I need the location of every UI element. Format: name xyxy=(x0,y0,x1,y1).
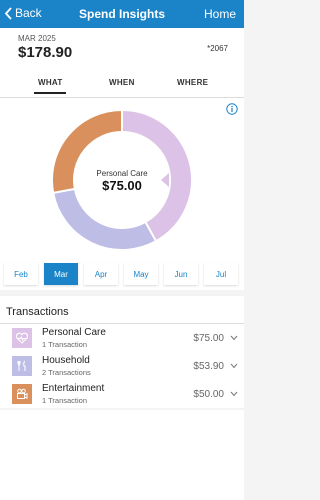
card-number: *2067 xyxy=(207,44,228,53)
film-camera-icon xyxy=(12,384,32,404)
transaction-amount: $50.00 xyxy=(193,389,224,400)
month-selector: Feb Mar Apr May Jun Jul xyxy=(0,260,244,290)
list-item[interactable]: Personal Care 1 Transaction $75.00 xyxy=(0,324,244,352)
month-mar[interactable]: Mar xyxy=(44,263,78,285)
month-apr[interactable]: Apr xyxy=(84,263,118,285)
transaction-category: Personal Care xyxy=(42,327,106,338)
info-icon[interactable] xyxy=(226,103,238,115)
navbar: Back Spend Insights Home xyxy=(0,0,244,28)
view-tabs: WHAT WHEN WHERE xyxy=(0,74,244,96)
month-may[interactable]: May xyxy=(124,263,158,285)
chevron-down-icon[interactable] xyxy=(230,391,238,397)
active-tab-indicator xyxy=(34,92,66,94)
transaction-count: 1 Transaction xyxy=(42,396,88,405)
transaction-count: 2 Transactions xyxy=(42,368,91,377)
tab-where[interactable]: WHERE xyxy=(177,78,208,87)
transactions-header: Transactions xyxy=(0,296,244,324)
fork-knife-icon xyxy=(12,356,32,376)
list-item[interactable]: Entertainment 1 Transaction $50.00 xyxy=(0,380,244,408)
chart-area: Personal Care $75.00 xyxy=(0,98,244,260)
chevron-down-icon[interactable] xyxy=(230,335,238,341)
empty-area xyxy=(0,410,244,500)
transaction-count: 1 Transaction xyxy=(42,340,88,349)
chart-center-label: Personal Care xyxy=(96,169,148,178)
list-item[interactable]: Household 2 Transactions $53.90 xyxy=(0,352,244,380)
donut-slice-household[interactable] xyxy=(52,187,158,251)
chevron-down-icon[interactable] xyxy=(230,363,238,369)
transaction-amount: $53.90 xyxy=(193,361,224,372)
transaction-category: Household xyxy=(42,355,90,366)
month-jul[interactable]: Jul xyxy=(204,263,238,285)
transaction-amount: $75.00 xyxy=(193,333,224,344)
heart-pulse-icon xyxy=(12,328,32,348)
tab-when[interactable]: WHEN xyxy=(109,78,135,87)
transaction-category: Entertainment xyxy=(42,383,105,394)
month-jun[interactable]: Jun xyxy=(164,263,198,285)
spend-summary: MAR 2025 $178.90 *2067 WHAT WHEN WHERE xyxy=(0,28,244,98)
month-feb[interactable]: Feb xyxy=(4,263,38,285)
chart-center-value: $75.00 xyxy=(102,178,142,193)
transactions-list: Personal Care 1 Transaction $75.00 House… xyxy=(0,324,244,408)
total-amount: $178.90 xyxy=(18,44,73,61)
tab-what[interactable]: WHAT xyxy=(38,78,63,87)
period-label: MAR 2025 xyxy=(18,34,56,43)
transactions-title: Transactions xyxy=(6,306,69,318)
home-button[interactable]: Home xyxy=(204,7,236,21)
